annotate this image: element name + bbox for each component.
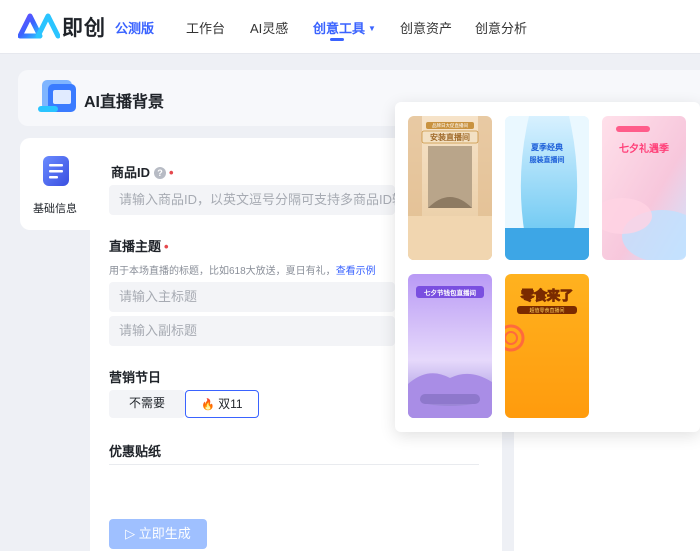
play-icon: ▷ xyxy=(125,526,136,541)
nav-item-creative-tools-label: 创意工具 xyxy=(313,21,366,36)
active-nav-indicator xyxy=(330,38,344,41)
thumb-beige-title: 安装直播间 xyxy=(430,132,470,142)
thumb-beige-banner: 品牌日大促直播间 xyxy=(432,122,468,129)
thumb-purple-title: 七夕节钱包直播间 xyxy=(424,288,477,297)
product-id-label: 商品ID? • xyxy=(111,162,174,181)
generate-button[interactable]: ▷ 立即生成 xyxy=(109,519,207,549)
nav-item-creative-tools[interactable]: 创意工具 ▼ xyxy=(313,18,376,37)
nav-item-creative-analysis[interactable]: 创意分析 xyxy=(475,18,527,37)
thumb-blue-curtain[interactable]: 夏季经典 服装直播间 xyxy=(505,116,589,260)
page-title: AI直播背景 xyxy=(84,94,165,111)
help-icon[interactable]: ? xyxy=(154,167,167,179)
theme-hint: 用于本场直播的标题，比如618大放送，夏日有礼，查看示例 xyxy=(109,262,376,277)
brand-name[interactable]: 即创 xyxy=(62,12,106,42)
nav-item-creative-assets[interactable]: 创意资产 xyxy=(400,18,452,37)
nav-item-workbench[interactable]: 工作台 xyxy=(186,18,225,37)
thumb-pink-title: 七夕礼遇季 xyxy=(619,142,670,155)
festival-option-none[interactable]: 不需要 xyxy=(109,390,185,418)
background-template-popover: 品牌日大促直播间 安装直播间 夏季经典 服装直播间 七夕礼遇季 七夕节钱包直播间… xyxy=(395,102,700,432)
beta-badge: 公测版 xyxy=(115,21,155,36)
tab-basic-info[interactable]: 基础信息 xyxy=(20,138,90,230)
theme-label: 直播主题 • xyxy=(109,236,169,255)
thumb-purple-qixi[interactable]: 七夕节钱包直播间 xyxy=(408,274,492,418)
product-id-input[interactable]: 请输入商品ID，以英文逗号分隔可支持多商品ID输入 xyxy=(109,185,395,215)
view-example-link[interactable]: 查看示例 xyxy=(336,266,376,277)
divider xyxy=(109,464,479,465)
flame-icon: 🔥 xyxy=(201,399,216,411)
main-title-input[interactable]: 请输入主标题 xyxy=(109,282,395,312)
nav-item-ai-inspiration[interactable]: AI灵感 xyxy=(250,18,288,37)
generate-button-label: 立即生成 xyxy=(138,526,191,541)
thumb-pink-qixi[interactable]: 七夕礼遇季 xyxy=(602,116,686,260)
jichuang-logo-icon[interactable] xyxy=(18,12,60,40)
thumb-orange-snack[interactable]: 零食来了 超值零食直播间 xyxy=(505,274,589,418)
subtitle-input[interactable]: 请输入副标题 xyxy=(109,316,395,346)
festival-option-double11[interactable]: 🔥 双11 xyxy=(185,390,259,418)
required-marker: • xyxy=(169,165,174,180)
live-background-icon xyxy=(38,80,76,112)
thumb-blue-title: 夏季经典 xyxy=(530,142,563,152)
caret-down-icon: ▼ xyxy=(368,24,376,33)
sticker-label: 优惠贴纸 xyxy=(109,444,162,459)
thumb-orange-title: 零食来了 xyxy=(520,288,573,304)
tab-basic-info-label: 基础信息 xyxy=(33,203,77,215)
thumb-orange-subtitle: 超值零食直播间 xyxy=(529,307,564,314)
document-icon xyxy=(43,156,69,186)
festival-label: 营销节日 xyxy=(109,370,162,385)
required-marker: • xyxy=(164,239,169,254)
top-navigation-bar: 即创 公测版 工作台 AI灵感 创意工具 ▼ 创意资产 创意分析 xyxy=(0,0,700,54)
product-id-label-text: 商品ID xyxy=(111,165,151,180)
festival-option-double11-label: 双11 xyxy=(218,397,243,411)
thumb-beige-stage[interactable]: 品牌日大促直播间 安装直播间 xyxy=(408,116,492,260)
theme-hint-text: 用于本场直播的标题，比如618大放送，夏日有礼， xyxy=(109,266,336,277)
thumb-blue-subtitle: 服装直播间 xyxy=(530,155,565,164)
theme-label-text: 直播主题 xyxy=(109,239,162,254)
